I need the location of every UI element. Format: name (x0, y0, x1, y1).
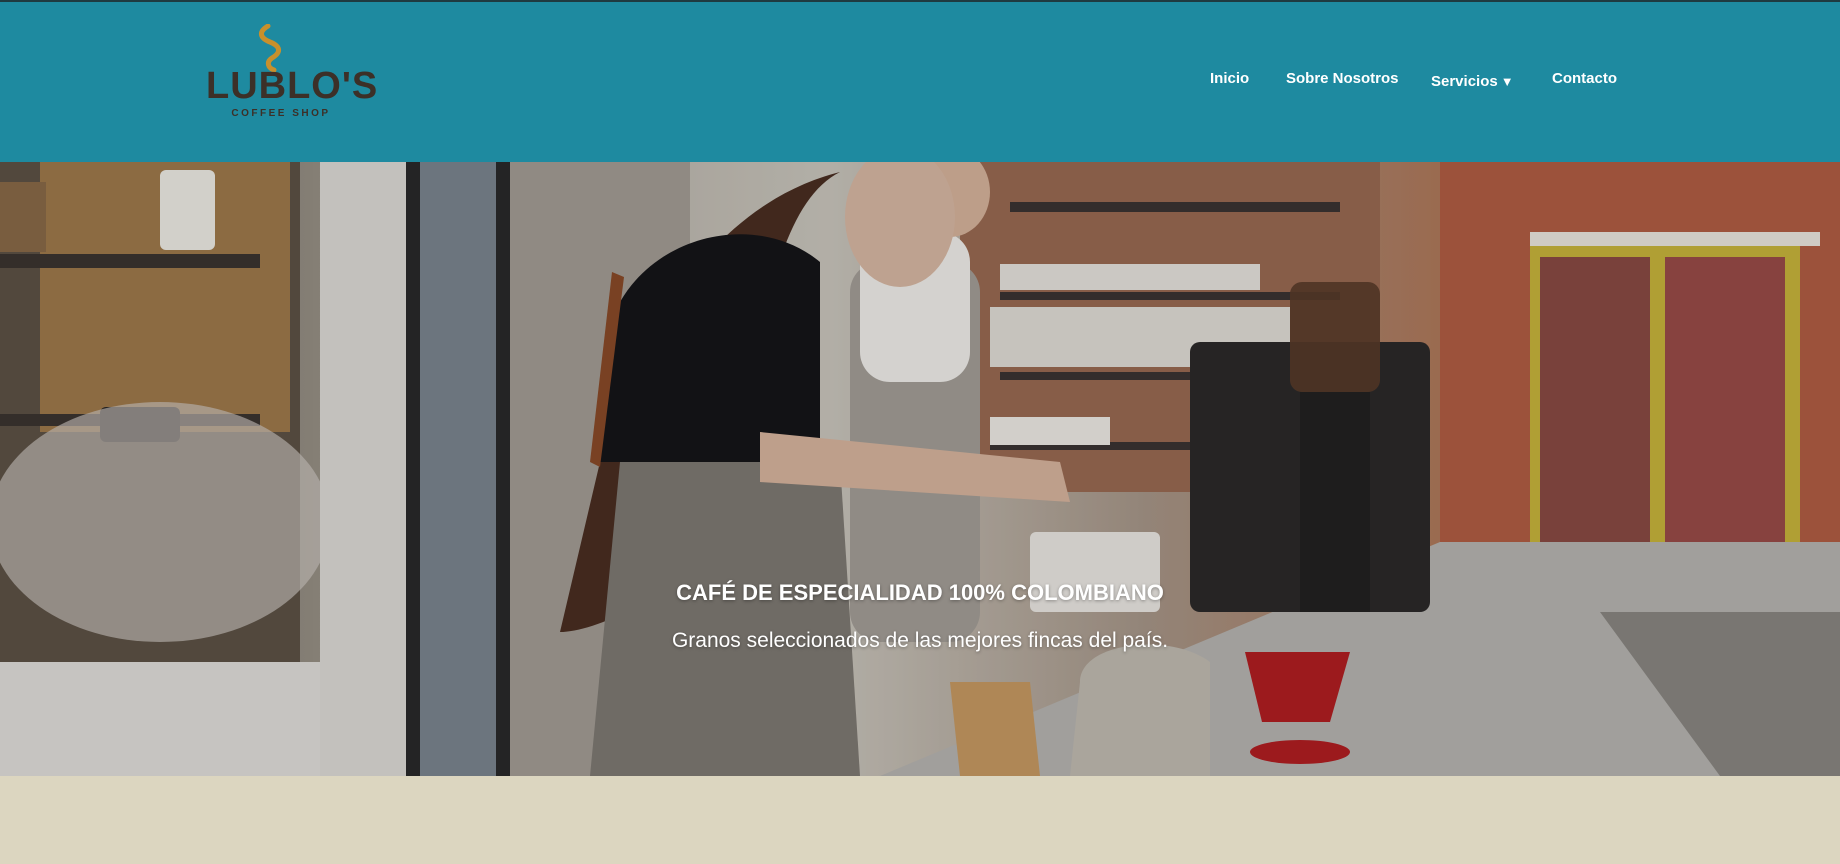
nav-item-servicios[interactable]: Servicios ▼ (1431, 73, 1514, 90)
site-header: LUBLO'S COFFEE SHOP Inicio Sobre Nosotro… (0, 2, 1840, 162)
nav-item-inicio[interactable]: Inicio (1210, 70, 1249, 87)
nav-item-servicios-label: Servicios (1431, 73, 1498, 90)
nav-item-contacto[interactable]: Contacto (1552, 70, 1617, 87)
nav-item-sobre-nosotros[interactable]: Sobre Nosotros (1286, 70, 1399, 87)
hero-overlay (0, 162, 1840, 776)
brand-tagline: COFFEE SHOP (231, 108, 331, 119)
brand-name: LUBLO'S (206, 65, 379, 107)
caret-down-icon: ▼ (1500, 74, 1514, 89)
hero-banner: CAFÉ DE ESPECIALIDAD 100% COLOMBIANO Gra… (0, 162, 1840, 776)
content-section (0, 776, 1840, 864)
site-logo[interactable]: LUBLO'S COFFEE SHOP (206, 24, 379, 126)
hero-subtitle: Granos seleccionados de las mejores finc… (671, 629, 1169, 652)
hero-title: CAFÉ DE ESPECIALIDAD 100% COLOMBIANO (676, 580, 1164, 605)
